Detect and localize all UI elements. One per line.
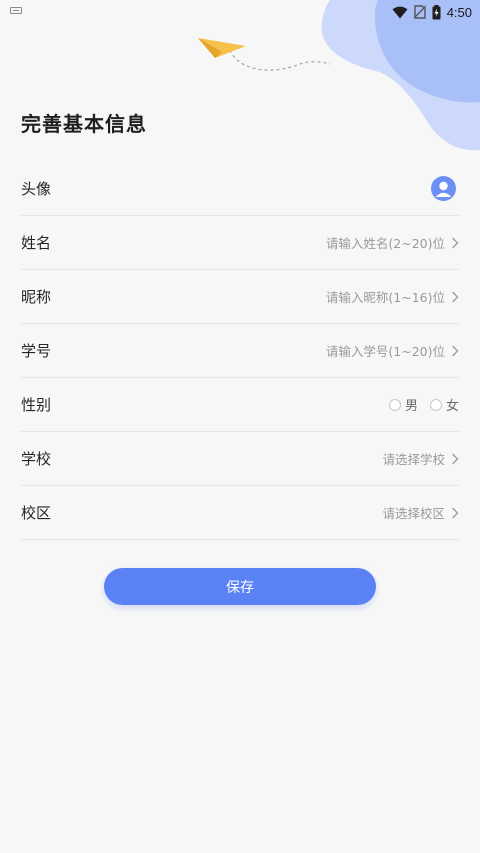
no-sim-icon (413, 5, 426, 19)
name-input[interactable]: 请输入姓名(2~20)位 (326, 233, 445, 252)
nickname-input[interactable]: 请输入昵称(1~16)位 (326, 287, 445, 306)
school-label: 学校 (21, 450, 52, 468)
wifi-icon (392, 6, 408, 18)
student-id-row[interactable]: 学号 请输入学号(1~20)位 (21, 324, 459, 378)
radio-female[interactable] (429, 398, 442, 411)
campus-row[interactable]: 校区 请选择校区 (21, 486, 459, 540)
status-icons: 4:50 (392, 3, 472, 21)
avatar-label: 头像 (21, 180, 52, 198)
page-title: 完善基本信息 (21, 112, 147, 136)
nickname-row[interactable]: 昵称 请输入昵称(1~16)位 (21, 270, 459, 324)
gender-label: 性别 (21, 396, 52, 414)
gender-row: 性别 男 女 (21, 378, 459, 432)
chevron-right-icon (452, 453, 459, 464)
paper-plane-icon (198, 38, 246, 58)
name-label: 姓名 (21, 234, 52, 252)
status-time: 4:50 (446, 4, 472, 20)
student-id-input[interactable]: 请输入学号(1~20)位 (326, 341, 445, 360)
keyboard-icon (10, 7, 22, 14)
campus-select[interactable]: 请选择校区 (382, 503, 445, 522)
nickname-label: 昵称 (21, 288, 52, 306)
student-id-label: 学号 (21, 342, 52, 360)
gender-female-label: 女 (445, 399, 459, 414)
chevron-right-icon (452, 507, 459, 518)
school-row[interactable]: 学校 请选择学校 (21, 432, 459, 486)
battery-charging-icon (432, 4, 441, 19)
campus-label: 校区 (21, 504, 52, 522)
school-select[interactable]: 请选择学校 (382, 449, 445, 468)
name-row[interactable]: 姓名 请输入姓名(2~20)位 (21, 216, 459, 270)
flight-path (229, 49, 331, 71)
chevron-right-icon (452, 291, 459, 302)
avatar-row[interactable]: 头像 (21, 162, 459, 216)
gender-male-label: 男 (404, 399, 418, 414)
avatar-icon[interactable] (431, 176, 456, 201)
save-button[interactable]: 保存 (104, 568, 376, 605)
gender-option-male[interactable]: 男 (388, 395, 418, 414)
chevron-right-icon (452, 345, 459, 356)
profile-form: 头像 姓名 请输入姓名(2~20)位 昵称 请输入昵称(1~16)位 学号 请输… (21, 162, 459, 540)
radio-male[interactable] (388, 398, 401, 411)
gender-option-female[interactable]: 女 (429, 395, 459, 414)
status-bar: 4:50 (0, 0, 480, 24)
chevron-right-icon (452, 237, 459, 248)
